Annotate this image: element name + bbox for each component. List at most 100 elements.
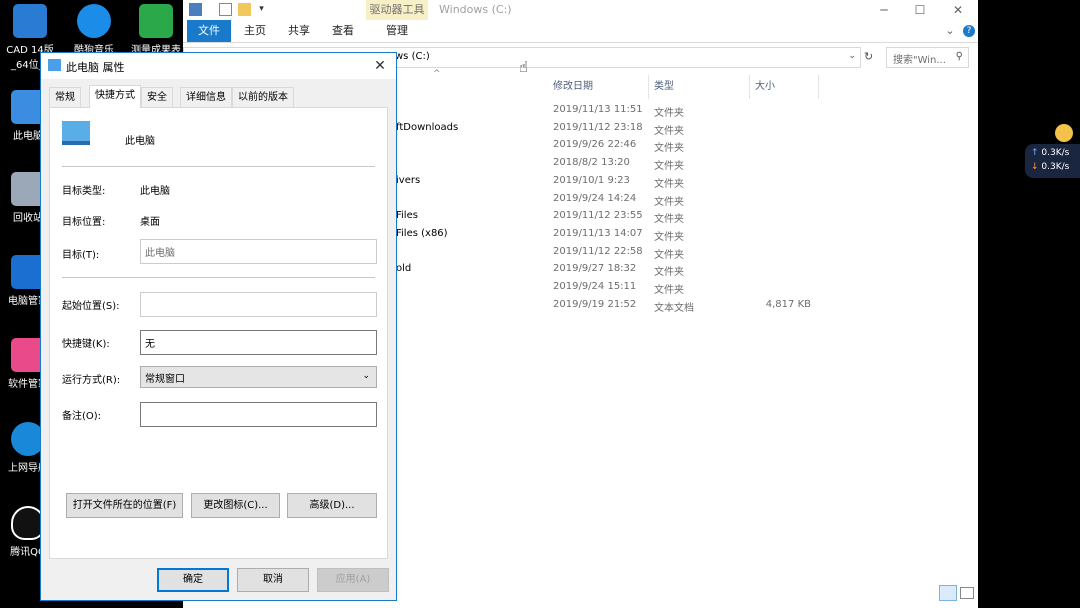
column-header-date[interactable]: 修改日期 xyxy=(549,75,649,99)
file-row[interactable]: Files 2019/11/12 23:55 文件夹 xyxy=(366,208,816,226)
advanced-button[interactable]: 高级(D)... xyxy=(287,493,377,518)
ribbon-tabs: 文件 主页 共享 查看 管理 ⌄ ? xyxy=(183,20,978,43)
tab-general[interactable]: 常规 xyxy=(49,87,81,107)
properties-icon[interactable] xyxy=(219,3,232,16)
file-row[interactable]: 2019/9/19 21:52 文本文档 4,817 KB xyxy=(366,297,816,315)
tab-previous-versions[interactable]: 以前的版本 xyxy=(232,87,294,107)
file-row[interactable]: old 2019/9/27 18:32 文件夹 xyxy=(366,261,816,279)
comment-label: 备注(O): xyxy=(62,411,102,422)
target-location-value: 桌面 xyxy=(140,217,160,228)
search-input[interactable]: 搜索"Win... ⚲ xyxy=(886,47,969,68)
run-label: 运行方式(R): xyxy=(62,375,121,386)
shortcut-tab-panel: 此电脑 目标类型: 此电脑 目标位置: 桌面 目标(T): 此电脑 起始位置(S… xyxy=(49,107,388,559)
shortcut-key-label: 快捷键(K): xyxy=(62,339,110,350)
close-button[interactable]: ✕ xyxy=(947,1,969,19)
file-row[interactable]: 2018/8/2 13:20 文件夹 xyxy=(366,155,816,173)
target-type-value: 此电脑 xyxy=(140,186,170,197)
tab-share[interactable]: 共享 xyxy=(279,20,319,42)
ribbon-expand-icon[interactable]: ⌄ xyxy=(943,20,957,42)
target-field[interactable]: 此电脑 xyxy=(140,239,377,264)
file-date: 2019/9/24 14:24 xyxy=(553,192,637,204)
separator xyxy=(62,166,375,167)
maximize-button[interactable]: ☐ xyxy=(909,1,931,19)
refresh-icon[interactable]: ↻ xyxy=(864,50,873,63)
tab-security[interactable]: 安全 xyxy=(141,87,173,107)
properties-dialog: 此电脑 属性 ✕ 常规 快捷方式 安全 详细信息 以前的版本 此电脑 目标类型:… xyxy=(40,52,397,601)
file-date: 2019/9/19 21:52 xyxy=(553,298,637,310)
file-type: 文件夹 xyxy=(654,196,684,208)
file-row[interactable]: ivers 2019/10/1 9:23 文件夹 xyxy=(366,173,816,191)
tab-file[interactable]: 文件 xyxy=(187,20,231,42)
file-row[interactable]: 2019/9/24 14:24 文件夹 xyxy=(366,191,816,209)
target-type-label: 目标类型: xyxy=(62,186,106,197)
mascot-icon xyxy=(1055,124,1073,142)
network-speed-widget[interactable]: ↑ 0.3K/s ↓ 0.3K/s xyxy=(1025,124,1080,178)
dialog-close-button[interactable]: ✕ xyxy=(370,56,390,76)
column-header-size[interactable]: 大小 xyxy=(751,75,819,99)
kugou-app-icon xyxy=(77,4,111,38)
minimize-button[interactable]: ─ xyxy=(873,1,895,19)
download-arrow-icon: ↓ xyxy=(1031,162,1039,172)
tab-view[interactable]: 查看 xyxy=(323,20,363,42)
file-type: 文件夹 xyxy=(654,125,684,137)
cad-app-icon xyxy=(13,4,47,38)
address-text: ws (C:) xyxy=(395,51,430,62)
hand-cursor-icon: ☝ xyxy=(519,58,529,76)
new-folder-icon[interactable] xyxy=(238,3,251,16)
chevron-down-icon: ⌄ xyxy=(362,371,370,381)
file-date: 2019/11/13 11:51 xyxy=(553,104,643,115)
file-date: 2019/11/12 23:55 xyxy=(553,210,643,222)
cancel-button[interactable]: 取消 xyxy=(237,568,309,592)
file-name: ivers xyxy=(396,174,421,186)
quick-access-toolbar: ▾ xyxy=(183,0,353,20)
shortcut-name: 此电脑 xyxy=(125,136,155,147)
comment-field[interactable] xyxy=(140,402,377,427)
start-in-field[interactable] xyxy=(140,292,377,317)
file-type: 文件夹 xyxy=(654,108,684,119)
run-select[interactable]: 常规窗口 ⌄ xyxy=(140,366,377,388)
target-label: 目标(T): xyxy=(62,250,100,261)
desktop-icon-kugou[interactable]: 酷狗音乐 xyxy=(66,4,122,56)
separator xyxy=(62,277,375,278)
file-name: Files (x86) xyxy=(396,227,448,239)
file-row[interactable]: 2019/11/12 22:58 文件夹 xyxy=(366,244,816,262)
details-view-icon[interactable] xyxy=(939,585,957,601)
file-date: 2019/9/26 22:46 xyxy=(553,139,637,151)
file-name: old xyxy=(396,263,412,275)
tab-manage[interactable]: 管理 xyxy=(371,20,423,42)
address-dropdown-icon[interactable]: ⌄ xyxy=(848,51,856,61)
tab-shortcut[interactable]: 快捷方式 xyxy=(89,85,141,108)
help-icon[interactable]: ? xyxy=(963,25,975,37)
file-type: 文件夹 xyxy=(654,231,684,243)
chevron-down-icon[interactable]: ▾ xyxy=(255,3,268,16)
file-date: 2019/10/1 9:23 xyxy=(553,174,630,186)
file-type: 文件夹 xyxy=(654,178,684,190)
tab-details[interactable]: 详细信息 xyxy=(180,87,232,107)
file-date: 2019/9/27 18:32 xyxy=(553,263,637,275)
file-row[interactable]: ftDownloads 2019/11/12 23:18 文件夹 xyxy=(366,120,816,138)
file-date: 2019/11/12 22:58 xyxy=(553,245,643,257)
desktop-icon-spreadsheet[interactable]: 测量成果表 xyxy=(128,4,184,56)
window-title: Windows (C:) xyxy=(439,3,512,16)
dialog-title-bar[interactable]: 此电脑 属性 ✕ xyxy=(41,53,396,79)
file-row[interactable]: 2019/11/13 11:51 文件夹 xyxy=(366,102,816,120)
file-name: ftDownloads xyxy=(396,121,459,133)
column-header-type[interactable]: 类型 xyxy=(650,75,750,99)
file-date: 2019/11/13 14:07 xyxy=(553,227,643,239)
file-date: 2019/11/12 23:18 xyxy=(553,121,643,133)
file-row[interactable]: 2019/9/24 15:11 文件夹 xyxy=(366,279,816,297)
apply-button[interactable]: 应用(A) xyxy=(317,568,389,592)
open-file-location-button[interactable]: 打开文件所在的位置(F) xyxy=(66,493,183,518)
search-icon: ⚲ xyxy=(955,51,963,62)
shortcut-key-field[interactable]: 无 xyxy=(140,330,377,355)
file-row[interactable]: Files (x86) 2019/11/13 14:07 文件夹 xyxy=(366,226,816,244)
spreadsheet-file-icon xyxy=(139,4,173,38)
file-type: 文件夹 xyxy=(654,285,684,296)
change-icon-button[interactable]: 更改图标(C)... xyxy=(191,493,280,518)
file-type: 文件夹 xyxy=(654,249,684,261)
tab-home[interactable]: 主页 xyxy=(235,20,275,42)
computer-icon xyxy=(62,121,90,145)
ok-button[interactable]: 确定 xyxy=(157,568,229,592)
large-icons-view-icon[interactable] xyxy=(960,587,974,599)
file-row[interactable]: 2019/9/26 22:46 文件夹 xyxy=(366,137,816,155)
